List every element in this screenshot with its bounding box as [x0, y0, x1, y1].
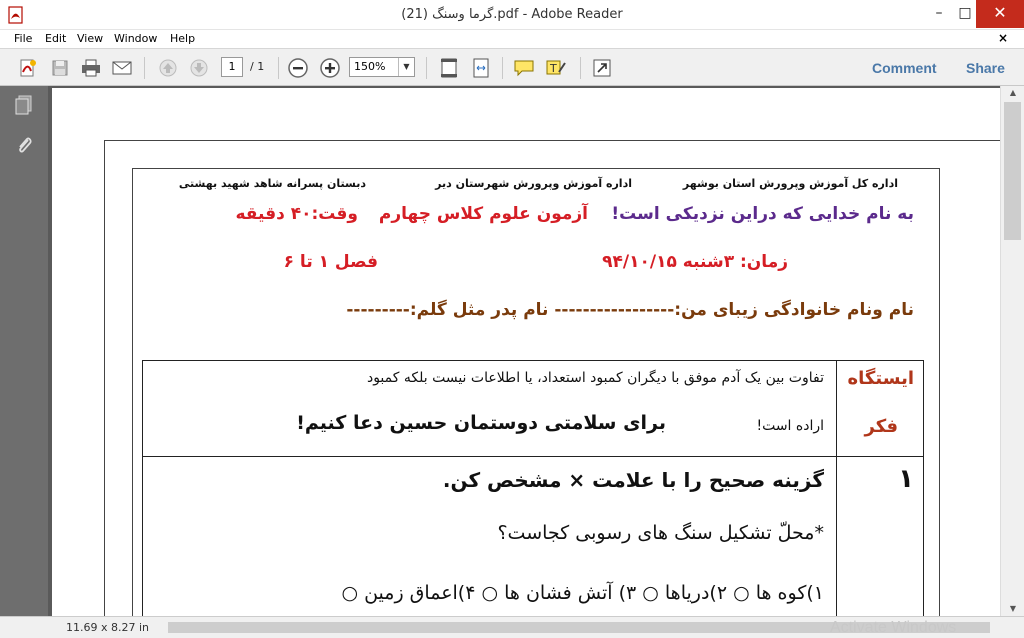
- create-pdf-icon[interactable]: [16, 56, 40, 80]
- toolbar-divider: [502, 57, 503, 79]
- svg-text:T: T: [549, 62, 557, 75]
- activation-watermark: Activate Windows: [830, 619, 957, 636]
- page-number-input[interactable]: 1: [221, 57, 243, 77]
- toolbar-divider: [426, 57, 427, 79]
- exam-chapters: فصل ۱ تا ۶: [283, 252, 378, 272]
- exam-date: زمان: ۳شنبه ۹۴/۱۰/۱۵: [602, 252, 788, 272]
- zoom-out-icon[interactable]: [286, 56, 310, 80]
- menu-view[interactable]: View: [77, 32, 103, 45]
- next-page-icon[interactable]: [187, 56, 211, 80]
- station-quote-line1: تفاوت بین یک آدم موفق با دیگران کمبود اس…: [366, 370, 824, 386]
- share-button[interactable]: Share: [966, 60, 1005, 76]
- title-bar: گرما وسنگ (21).pdf - Adobe Reader – □ ✕: [0, 0, 1024, 30]
- zoom-value: 150%: [354, 60, 386, 73]
- zoom-in-icon[interactable]: [318, 56, 342, 80]
- email-icon[interactable]: [110, 56, 134, 80]
- header-basmala: به نام خدایی که دراین نزدیکی است!: [611, 204, 914, 224]
- menu-file[interactable]: File: [14, 32, 32, 45]
- print-icon[interactable]: [79, 56, 103, 80]
- vertical-scroll-thumb[interactable]: [1004, 102, 1021, 240]
- question-number: ۱: [898, 464, 914, 494]
- comment-button[interactable]: Comment: [872, 60, 937, 76]
- chevron-down-icon[interactable]: ▼: [398, 58, 414, 76]
- fit-width-icon[interactable]: [469, 56, 493, 80]
- header-school-name: دبستان پسرانه شاهد شهید بهشتی: [178, 177, 366, 190]
- attachments-icon[interactable]: [14, 134, 34, 156]
- station-label-line1: ایستگاه: [847, 368, 914, 389]
- toolbar-divider: [580, 57, 581, 79]
- station-label-line2: فکر: [864, 416, 898, 437]
- toolbar: T Comment Share: [0, 48, 1024, 86]
- menu-window[interactable]: Window: [114, 32, 157, 45]
- menu-help[interactable]: Help: [170, 32, 195, 45]
- toolbar-divider: [278, 57, 279, 79]
- scroll-up-icon[interactable]: ▲: [1001, 86, 1024, 100]
- exam-title: آزمون علوم کلاس چهارم: [378, 204, 588, 224]
- page-size-label: 11.69 x 8.27 in: [66, 621, 150, 634]
- sticky-note-icon[interactable]: [512, 56, 536, 80]
- zoom-select[interactable]: 150% ▼: [349, 57, 415, 77]
- close-document-button[interactable]: ×: [998, 31, 1008, 45]
- save-icon[interactable]: [48, 56, 72, 80]
- table-divider: [836, 360, 837, 616]
- scroll-down-icon[interactable]: ▼: [1001, 602, 1024, 616]
- header-office-province: اداره کل آموزش وپرورش استان بوشهر: [682, 177, 898, 190]
- menu-bar: File Edit View Window Help ×: [0, 30, 1024, 48]
- fit-page-icon[interactable]: [437, 56, 461, 80]
- question-instruction: گزینه صحیح را با علامت × مشخص کن.: [442, 468, 824, 492]
- page-thumbnails-icon[interactable]: [14, 94, 34, 116]
- window-title: گرما وسنگ (21).pdf - Adobe Reader: [401, 7, 623, 22]
- table-divider: [142, 456, 924, 457]
- previous-page-icon[interactable]: [156, 56, 180, 80]
- navigation-pane: [0, 86, 48, 616]
- close-button[interactable]: ✕: [976, 0, 1024, 28]
- highlight-text-icon[interactable]: T: [544, 56, 568, 80]
- page-total: / 1: [250, 60, 265, 73]
- prayer-line: برای سلامتی دوستمان حسین دعا کنیم!: [296, 412, 666, 434]
- menu-edit[interactable]: Edit: [45, 32, 66, 45]
- pdf-page: اداره کل آموزش وپرورش استان بوشهر اداره …: [52, 88, 1000, 616]
- student-name-line: نام ونام خانوادگی زیبای من:-------------…: [346, 300, 914, 320]
- station-quote-line2: اراده است!: [756, 418, 824, 434]
- question-options: ۱)کوه ها ○ ۲)دریاها ○ ۳) آتش فشان ها ○ ۴…: [341, 582, 824, 604]
- toolbar-divider: [144, 57, 145, 79]
- exam-duration: وقت:۴۰ دقیقه: [235, 204, 358, 224]
- full-screen-icon[interactable]: [590, 56, 614, 80]
- question-prompt: *محلّ تشکیل سنگ های رسوبی کجاست؟: [497, 522, 824, 544]
- vertical-scrollbar[interactable]: ▲ ▼: [1000, 86, 1024, 616]
- header-office-county: اداره آموزش وپرورش شهرستان دیر: [435, 177, 632, 190]
